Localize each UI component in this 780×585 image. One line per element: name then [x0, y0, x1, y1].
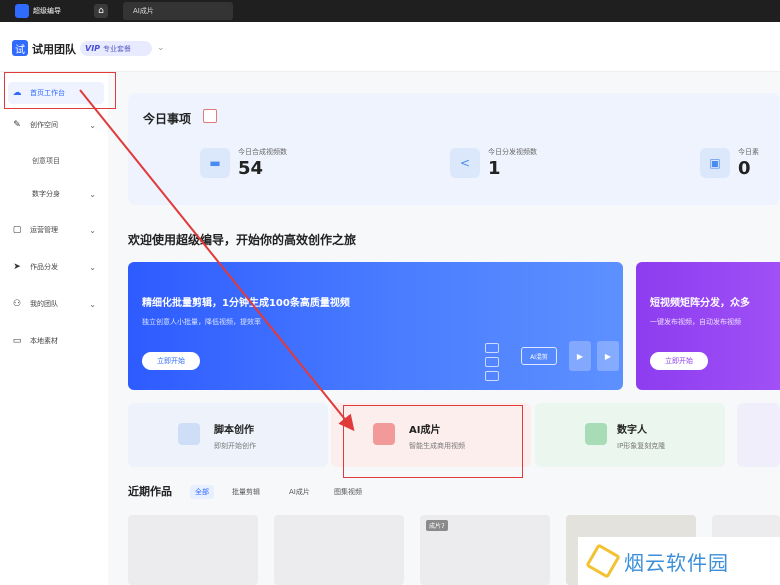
team-icon: ⚇ [12, 299, 22, 309]
chevron-down-icon: ⌄ [89, 120, 96, 130]
sidebar-item-label: 数字分身 [32, 190, 60, 198]
sidebar-item-label: 本地素材 [30, 337, 58, 345]
highlight-box-home [4, 72, 116, 109]
digital-human-icon [585, 423, 607, 445]
stat-label: 今日素 [738, 148, 759, 156]
flow-label: AI混剪 [521, 347, 557, 365]
tab-ai-video[interactable]: AI成片 [289, 485, 310, 499]
app-logo[interactable]: 超级编导 [15, 3, 75, 19]
tab-batch-edit[interactable]: 批量剪辑 [232, 485, 260, 499]
card-script-creation[interactable]: 脚本创作 即刻开始创作 [128, 403, 328, 467]
card-title: 脚本创作 [214, 425, 254, 436]
calendar-icon [203, 109, 217, 123]
folder-icon: ▬ [200, 147, 230, 178]
banner-matrix-distribution[interactable]: 短视频矩阵分发，众多 一键发布视频，自动发布视频 立即开始 [636, 262, 780, 390]
sidebar-item-digital-avatar[interactable]: 数字分身 ⌄ [8, 183, 104, 205]
cube-icon [585, 543, 621, 579]
work-thumbnail[interactable] [128, 515, 258, 585]
bag-icon: ▢ [12, 225, 22, 235]
tab-all[interactable]: 全部 [190, 485, 214, 499]
sidebar: ☁ 首页工作台 ✎ 创作空间 ⌄ 创意项目 数字分身 ⌄ ▢ 运营管理 ⌄ ➤ … [0, 72, 108, 585]
stat-label: 今日分发视频数 [488, 148, 537, 156]
play-icon: ▶ [597, 341, 619, 371]
logo-mark-icon [15, 4, 29, 18]
watermark-logo: 烟云软件园 [578, 537, 780, 585]
folder-icon: ▭ [12, 336, 22, 346]
card-subtitle: IP形象复刻克隆 [617, 442, 666, 450]
banner-batch-edit[interactable]: 精细化批量剪辑，1分钟生成100条高质量视频 独立创意人小批量，降低视频，提效率… [128, 262, 623, 390]
sidebar-item-operations[interactable]: ▢ 运营管理 ⌄ [8, 219, 104, 241]
vip-badge[interactable]: VIP 专业套餐 [80, 41, 152, 56]
work-thumbnail[interactable]: 成片7 [420, 515, 550, 585]
thumb-badge: 成片7 [426, 520, 448, 531]
sidebar-item-label: 创作空间 [30, 121, 58, 129]
doc-icon [178, 423, 200, 445]
team-name[interactable]: 试用团队 [32, 41, 76, 57]
today-title: 今日事项 [143, 112, 192, 126]
stat-distributed: < 今日分发视频数 1 [450, 147, 537, 178]
edit-icon: ✎ [13, 120, 21, 130]
stat-value: 1 [488, 158, 501, 179]
sidebar-item-label: 我的团队 [30, 300, 58, 308]
banner-subtitle: 一键发布视频，自动发布视频 [650, 318, 741, 326]
top-bar: 超级编导 ⌂ AI成片 [0, 0, 780, 22]
send-icon: ➤ [13, 262, 21, 272]
banner-title: 短视频矩阵分发，众多 [650, 298, 750, 309]
chevron-down-icon: ⌄ [89, 299, 96, 309]
chevron-down-icon: ⌄ [89, 189, 96, 199]
tab-ai-video[interactable]: AI成片 [123, 2, 233, 20]
card-digital-human[interactable]: 数字人 IP形象复刻克隆 [535, 403, 725, 467]
stat-value: 0 [738, 158, 751, 179]
sidebar-item-local-assets[interactable]: ▭ 本地素材 [8, 330, 104, 352]
share-icon: < [450, 147, 480, 178]
team-badge: 试 [12, 40, 28, 56]
play-icon: ▶ [569, 341, 591, 371]
stat-label: 今日合成视频数 [238, 148, 287, 156]
start-now-button[interactable]: 立即开始 [142, 352, 200, 370]
card-title: 数字人 [617, 425, 647, 436]
stat-synthesized: ▬ 今日合成视频数 54 [200, 147, 287, 178]
recent-title: 近期作品 [128, 485, 172, 498]
sidebar-item-team[interactable]: ⚇ 我的团队 ⌄ [8, 293, 104, 315]
sidebar-item-creative-projects[interactable]: 创意项目 [32, 156, 60, 166]
watermark-text: 烟云软件园 [624, 550, 729, 575]
stat-value: 54 [238, 158, 264, 179]
banner-subtitle: 独立创意人小批量，降低视频，提效率 [142, 318, 261, 326]
work-thumbnail[interactable] [274, 515, 404, 585]
chevron-down-icon: ⌄ [89, 262, 96, 272]
card-subtitle: 即刻开始创作 [214, 442, 256, 450]
chevron-down-icon: ⌄ [89, 225, 96, 235]
home-icon[interactable]: ⌂ [94, 4, 108, 18]
sidebar-item-distribution[interactable]: ➤ 作品分发 ⌄ [8, 256, 104, 278]
tab-gallery-video[interactable]: 图集视频 [334, 485, 362, 499]
flow-illustration: AI混剪 ▶ ▶ [483, 337, 623, 387]
vip-plan: 专业套餐 [103, 44, 132, 53]
logo-text: 超级编导 [33, 6, 61, 15]
welcome-heading: 欢迎使用超级编导，开始你的高效创作之旅 [128, 233, 357, 247]
start-now-button[interactable]: 立即开始 [650, 352, 708, 370]
vip-label: VIP [85, 44, 101, 53]
banner-title: 精细化批量剪辑，1分钟生成100条高质量视频 [142, 298, 350, 309]
card-more[interactable] [737, 403, 780, 467]
sidebar-item-label: 作品分发 [30, 263, 58, 271]
stat-materials: ▣ 今日素 0 [700, 147, 759, 178]
box-icon: ▣ [700, 147, 730, 178]
sidebar-item-create[interactable]: ✎ 创作空间 ⌄ [8, 114, 104, 136]
highlight-box-ai-video [343, 405, 523, 478]
chevron-down-icon[interactable]: ⌄ [157, 43, 165, 53]
sidebar-item-label: 运营管理 [30, 226, 58, 234]
